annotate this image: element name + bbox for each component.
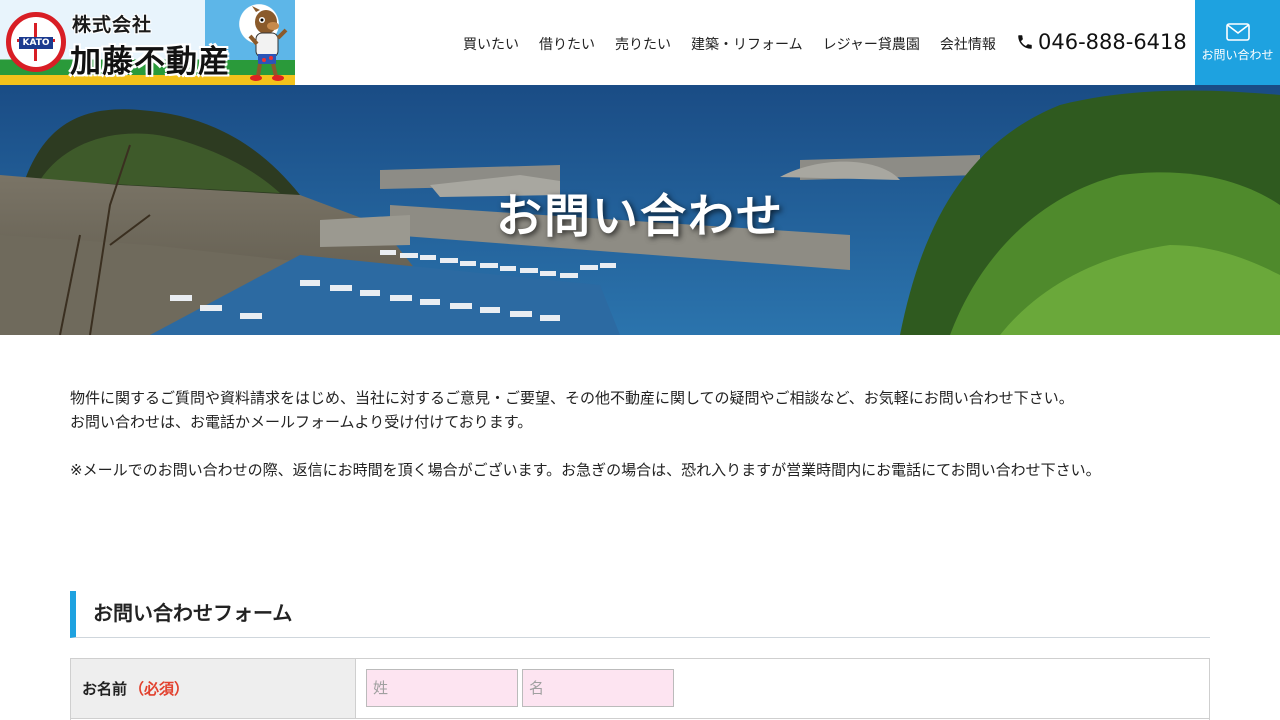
intro-text: 物件に関するご質問や資料請求をはじめ、当社に対するご意見・ご要望、その他不動産に… — [70, 386, 1210, 482]
emblem-text: KATO — [19, 37, 53, 49]
phone-number-link[interactable]: 046-888-6418 — [1016, 30, 1187, 54]
name-fields — [356, 659, 1209, 718]
contact-form-table: お名前 （必須） — [70, 658, 1210, 720]
required-badge: （必須） — [129, 680, 190, 698]
name-label-text: お名前 — [82, 680, 128, 698]
intro-note: ※メールでのお問い合わせの際、返信にお時間を頂く場合がございます。お急ぎの場合は… — [70, 461, 1101, 479]
intro-line-1: 物件に関するご質問や資料請求をはじめ、当社に対するご意見・ご要望、その他不動産に… — [70, 389, 1074, 407]
page-title: お問い合わせ — [496, 189, 784, 243]
phone-number: 046-888-6418 — [1038, 30, 1187, 54]
logo-company-type: 株式会社 — [72, 14, 153, 36]
hero-banner: お問い合わせ — [0, 85, 1280, 335]
nav-item-buy[interactable]: 買いたい — [453, 34, 529, 56]
company-logo[interactable]: KATO 株式会社 加藤不動産 — [0, 0, 295, 85]
logo-company-name: 加藤不動産 — [70, 44, 230, 80]
phone-icon — [1018, 35, 1032, 49]
first-name-input[interactable] — [522, 669, 674, 707]
form-row-name: お名前 （必須） — [71, 659, 1209, 719]
last-name-input[interactable] — [366, 669, 518, 707]
nav-item-company-info[interactable]: 会社情報 — [930, 34, 1006, 56]
site-header: KATO 株式会社 加藤不動産 買いたい 借りたい 売りたい 建築・リフォーム … — [0, 0, 1280, 85]
nav-item-rent[interactable]: 借りたい — [529, 34, 605, 56]
kato-emblem-icon: KATO — [6, 12, 66, 72]
mail-icon — [1225, 22, 1250, 41]
nav-item-sell[interactable]: 売りたい — [605, 34, 681, 56]
nav-item-construction-reform[interactable]: 建築・リフォーム — [681, 34, 813, 56]
form-heading: お問い合わせフォーム — [70, 591, 1210, 638]
contact-button[interactable]: お問い合わせ — [1195, 0, 1280, 85]
intro-line-2: お問い合わせは、お電話かメールフォームより受け付けております。 — [70, 413, 533, 431]
main-nav: 買いたい 借りたい 売りたい 建築・リフォーム レジャー貸農園 会社情報 — [453, 34, 1006, 56]
name-label: お名前 （必須） — [71, 659, 356, 718]
mascot-character-icon — [248, 6, 288, 81]
nav-item-leisure-farm[interactable]: レジャー貸農園 — [813, 34, 930, 56]
contact-button-label: お問い合わせ — [1201, 47, 1274, 62]
